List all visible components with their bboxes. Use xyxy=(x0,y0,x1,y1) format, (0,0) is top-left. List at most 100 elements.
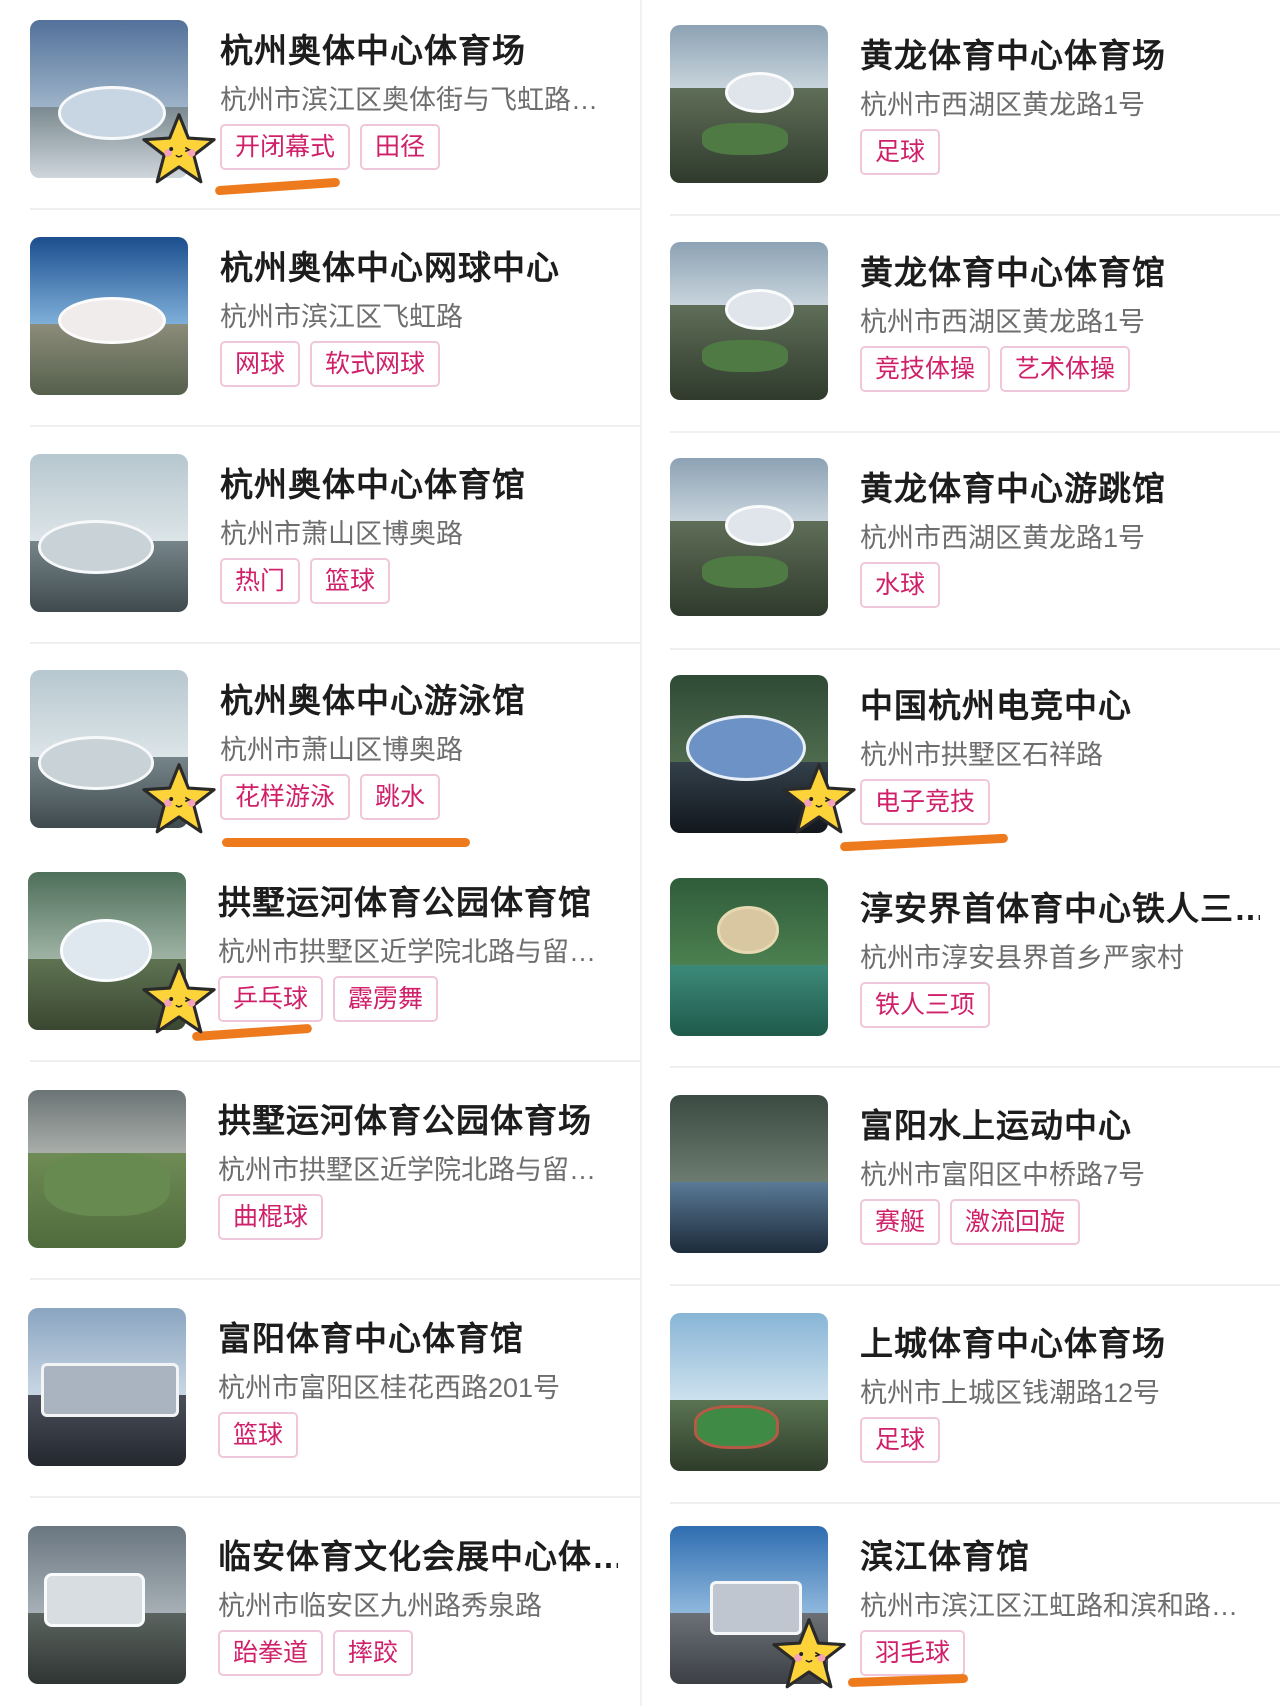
venue-card-right-6[interactable]: 上城体育中心体育场 杭州市上城区钱潮路12号 足球 xyxy=(670,1313,1270,1478)
sport-tag[interactable]: 花样游泳 xyxy=(220,774,351,820)
venue-thumbnail xyxy=(670,458,828,616)
venue-address: 杭州市滨江区江虹路和滨和路… xyxy=(860,1591,1238,1621)
venue-name: 中国杭州电竞中心 xyxy=(860,687,1132,724)
venue-thumbnail xyxy=(28,1526,186,1684)
sport-tag[interactable]: 软式网球 xyxy=(310,341,441,387)
venue-name: 淳安界首体育中心铁人三… xyxy=(860,890,1260,927)
venue-card-right-0[interactable]: 黄龙体育中心体育场 杭州市西湖区黄龙路1号 足球 xyxy=(670,25,1270,190)
sport-tag[interactable]: 艺术体操 xyxy=(1000,346,1131,392)
row-divider xyxy=(30,425,640,427)
venue-card-left-1[interactable]: 杭州奥体中心网球中心 杭州市滨江区飞虹路 网球 软式网球 xyxy=(30,237,630,402)
venue-card-right-7[interactable]: 滨江体育馆 杭州市滨江区江虹路和滨和路… 羽毛球 xyxy=(670,1526,1270,1691)
row-divider xyxy=(670,1066,1280,1068)
sport-tag[interactable]: 羽毛球 xyxy=(860,1630,966,1676)
venue-card-left-7[interactable]: 临安体育文化会展中心体… 杭州市临安区九州路秀泉路 跆拳道 摔跤 xyxy=(28,1526,628,1691)
venue-card-right-1[interactable]: 黄龙体育中心体育馆 杭州市西湖区黄龙路1号 竞技体操 艺术体操 xyxy=(670,242,1270,407)
venue-thumbnail xyxy=(670,1095,828,1253)
venue-name: 临安体育文化会展中心体… xyxy=(218,1538,618,1575)
venue-name: 杭州奥体中心游泳馆 xyxy=(220,682,526,719)
venue-name: 黄龙体育中心体育馆 xyxy=(860,254,1166,291)
venue-address: 杭州市拱墅区近学院北路与留… xyxy=(218,937,596,967)
row-divider xyxy=(30,1278,640,1280)
venue-card-left-2[interactable]: 杭州奥体中心体育馆 杭州市萧山区博奥路 热门 篮球 xyxy=(30,454,630,619)
venue-card-left-6[interactable]: 富阳体育中心体育馆 杭州市富阳区桂花西路201号 篮球 xyxy=(28,1308,628,1473)
venue-address: 杭州市富阳区中桥路7号 xyxy=(860,1160,1146,1190)
venue-name: 黄龙体育中心游跳馆 xyxy=(860,470,1166,507)
venue-name: 杭州奥体中心体育馆 xyxy=(220,466,526,503)
row-divider xyxy=(30,1060,640,1062)
row-divider xyxy=(30,1496,640,1498)
sport-tag[interactable]: 篮球 xyxy=(310,558,391,604)
venue-address: 杭州市拱墅区石祥路 xyxy=(860,740,1103,770)
smiling-star-icon xyxy=(142,963,216,1034)
row-divider xyxy=(670,648,1280,650)
venue-name: 滨江体育馆 xyxy=(860,1538,1030,1575)
sport-tag[interactable]: 足球 xyxy=(860,1417,941,1463)
sport-tag[interactable]: 水球 xyxy=(860,562,941,608)
venue-card-left-0[interactable]: 杭州奥体中心体育场 杭州市滨江区奥体街与飞虹路… 开闭幕式 田径 xyxy=(30,20,630,185)
venue-thumbnail xyxy=(30,454,188,612)
venue-card-right-5[interactable]: 富阳水上运动中心 杭州市富阳区中桥路7号 赛艇 激流回旋 xyxy=(670,1095,1270,1260)
venue-card-right-4[interactable]: 淳安界首体育中心铁人三… 杭州市淳安县界首乡严家村 铁人三项 xyxy=(670,878,1270,1043)
venue-thumbnail xyxy=(670,242,828,400)
sport-tag[interactable]: 赛艇 xyxy=(860,1199,941,1245)
sport-tag[interactable]: 霹雳舞 xyxy=(333,976,439,1022)
smiling-star-icon xyxy=(772,1618,846,1689)
sport-tag[interactable]: 跆拳道 xyxy=(218,1630,324,1676)
row-divider xyxy=(670,1284,1280,1286)
sport-tag[interactable]: 电子竞技 xyxy=(860,779,991,825)
smiling-star-icon xyxy=(142,113,216,184)
smiling-star-icon xyxy=(782,763,856,834)
venue-card-right-3[interactable]: 中国杭州电竞中心 杭州市拱墅区石祥路 电子竞技 xyxy=(670,675,1270,840)
sport-tag[interactable]: 足球 xyxy=(860,129,941,175)
venue-name: 拱墅运河体育公园体育场 xyxy=(218,1102,592,1139)
venue-name: 富阳体育中心体育馆 xyxy=(218,1320,524,1357)
venue-name: 杭州奥体中心体育场 xyxy=(220,32,526,69)
sport-tag[interactable]: 篮球 xyxy=(218,1412,299,1458)
sport-tag[interactable]: 曲棍球 xyxy=(218,1194,324,1240)
venue-name: 黄龙体育中心体育场 xyxy=(860,37,1166,74)
sport-tag[interactable]: 开闭幕式 xyxy=(220,124,351,170)
sport-tag[interactable]: 铁人三项 xyxy=(860,982,991,1028)
venue-thumbnail xyxy=(670,25,828,183)
venue-address: 杭州市西湖区黄龙路1号 xyxy=(860,307,1146,337)
venue-name: 拱墅运河体育公园体育馆 xyxy=(218,884,592,921)
venue-address: 杭州市拱墅区近学院北路与留… xyxy=(218,1155,596,1185)
venue-address: 杭州市富阳区桂花西路201号 xyxy=(218,1373,561,1403)
sport-tag[interactable]: 跳水 xyxy=(360,774,441,820)
venue-name: 上城体育中心体育场 xyxy=(860,1325,1166,1362)
venue-thumbnail xyxy=(28,1090,186,1248)
smiling-star-icon xyxy=(142,763,216,834)
sport-tag[interactable]: 乒乓球 xyxy=(218,976,324,1022)
sport-tag[interactable]: 田径 xyxy=(360,124,441,170)
venue-thumbnail xyxy=(28,1308,186,1466)
row-divider xyxy=(30,642,640,644)
row-divider xyxy=(670,431,1280,433)
row-divider xyxy=(30,208,640,210)
venue-card-right-2[interactable]: 黄龙体育中心游跳馆 杭州市西湖区黄龙路1号 水球 xyxy=(670,458,1270,623)
venue-address: 杭州市萧山区博奥路 xyxy=(220,519,463,549)
row-divider xyxy=(670,214,1280,216)
sport-tag[interactable]: 摔跤 xyxy=(333,1630,414,1676)
venue-address: 杭州市滨江区奥体街与飞虹路… xyxy=(220,85,598,115)
venue-address: 杭州市上城区钱潮路12号 xyxy=(860,1378,1161,1408)
venue-thumbnail xyxy=(670,878,828,1036)
sport-tag[interactable]: 网球 xyxy=(220,341,301,387)
venue-card-left-4[interactable]: 拱墅运河体育公园体育馆 杭州市拱墅区近学院北路与留… 乒乓球 霹雳舞 xyxy=(28,872,628,1037)
venue-address: 杭州市萧山区博奥路 xyxy=(220,735,463,765)
venue-address: 杭州市西湖区黄龙路1号 xyxy=(860,523,1146,553)
venue-thumbnail xyxy=(30,237,188,395)
venue-name: 富阳水上运动中心 xyxy=(860,1107,1132,1144)
sport-tag[interactable]: 竞技体操 xyxy=(860,346,991,392)
venue-card-left-5[interactable]: 拱墅运河体育公园体育场 杭州市拱墅区近学院北路与留… 曲棍球 xyxy=(28,1090,628,1255)
sport-tag[interactable]: 热门 xyxy=(220,558,301,604)
venue-thumbnail xyxy=(670,1313,828,1471)
venue-address: 杭州市西湖区黄龙路1号 xyxy=(860,90,1146,120)
venue-address: 杭州市淳安县界首乡严家村 xyxy=(860,943,1184,973)
sport-tag[interactable]: 激流回旋 xyxy=(950,1199,1081,1245)
venue-name: 杭州奥体中心网球中心 xyxy=(220,249,560,286)
column-divider xyxy=(640,0,642,1706)
row-divider xyxy=(670,1502,1280,1504)
venue-address: 杭州市临安区九州路秀泉路 xyxy=(218,1591,542,1621)
venue-card-left-3[interactable]: 杭州奥体中心游泳馆 杭州市萧山区博奥路 花样游泳 跳水 xyxy=(30,670,630,835)
